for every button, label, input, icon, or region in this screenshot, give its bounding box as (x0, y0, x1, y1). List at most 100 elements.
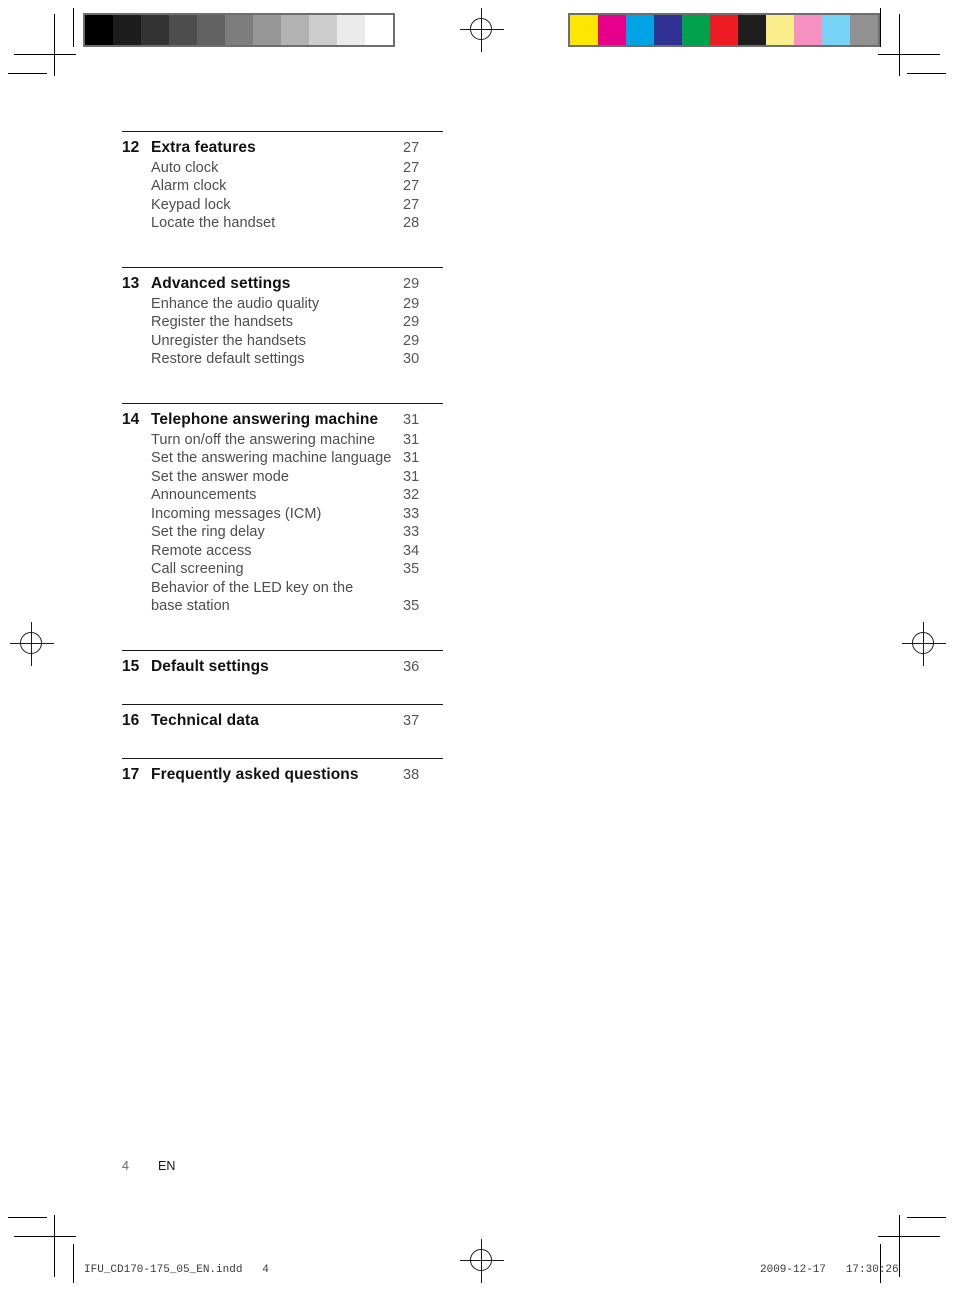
color-swatch-10 (850, 15, 878, 45)
section-bottom-spacer (122, 614, 443, 622)
entry-page-number: 35 (403, 598, 420, 614)
crop-mark-bottom-left-horizontal-inner (8, 1217, 47, 1218)
entry-label: Behavior of the LED key on the (151, 579, 354, 596)
entry-page-number: 27 (403, 196, 420, 213)
crop-mark-top-left-horizontal-outer (14, 54, 76, 55)
section-divider-rule (122, 267, 443, 268)
color-swatch-1 (598, 15, 626, 45)
toc-entry[interactable]: Behavior of the LED key on the (122, 580, 443, 596)
toc-entry[interactable]: Remote access 34 (122, 543, 443, 559)
toc-entry[interactable]: Alarm clock 27 (122, 178, 443, 194)
toc-entry[interactable]: Call screening 35 (122, 561, 443, 577)
entry-page-number: 27 (403, 178, 420, 194)
registration-mark-middle-right (902, 622, 946, 666)
section-divider-rule (122, 704, 443, 705)
toc-section-heading[interactable]: 15 Default settings 36 (122, 658, 443, 676)
toc-section: 13 Advanced settings 29 Enhance the audio q… (122, 267, 443, 375)
entry-page-number: 35 (403, 561, 420, 577)
entry-page-number: 28 (403, 215, 420, 231)
toc-entry[interactable]: Set the answering machine language 31 (122, 450, 443, 466)
section-number: 16 (122, 712, 140, 729)
color-swatch-2 (626, 15, 654, 45)
registration-mark-middle-left (10, 622, 54, 666)
entry-page-number: 33 (403, 505, 420, 522)
grayscale-swatch-8 (309, 15, 337, 45)
toc-entry[interactable]: Turn on/off the answering machine 31 (122, 432, 443, 448)
entry-label: Register the handsets (151, 314, 294, 330)
toc-entry[interactable]: Keypad lock 27 (122, 197, 443, 213)
section-divider-rule (122, 403, 443, 404)
toc-entry[interactable]: Enhance the audio quality 29 (122, 296, 443, 312)
color-swatch-3 (654, 15, 682, 45)
section-page-number: 36 (403, 659, 420, 675)
section-number: 17 (122, 766, 140, 783)
toc-section-heading[interactable]: 17 Frequently asked questions 38 (122, 766, 443, 784)
crop-mark-top-left-horizontal-inner (8, 73, 47, 74)
registration-vertical-line (481, 1239, 482, 1283)
toc-section-heading[interactable]: 12 Extra features 27 (122, 139, 443, 157)
entry-label: Set the ring delay (151, 524, 265, 540)
toc-entry[interactable]: Incoming messages (ICM) 33 (122, 506, 443, 522)
grayscale-swatch-5 (225, 15, 253, 45)
entry-page-number: 31 (403, 431, 420, 448)
entry-page-number: 31 (403, 468, 420, 485)
registration-horizontal-line (10, 643, 54, 644)
entry-label: Set the answer mode (151, 468, 289, 485)
grayscale-swatch-0 (85, 15, 113, 45)
print-slug-filename: IFU_CD170-175_05_EN.indd 4 (84, 1264, 269, 1276)
crop-mark-top-left-vertical-inner (73, 8, 74, 47)
entry-label: Restore default settings (151, 351, 305, 367)
toc-section-heading[interactable]: 14 Telephone answering machine 31 (122, 411, 443, 429)
crop-mark-bottom-left-horizontal-outer (14, 1236, 76, 1237)
section-title: Frequently asked questions (151, 766, 359, 783)
entry-label: Keypad lock (151, 196, 231, 213)
section-divider-rule (122, 131, 443, 132)
toc-entry[interactable]: Unregister the handsets 29 (122, 333, 443, 349)
entry-page-number: 34 (403, 542, 420, 559)
entry-page-number: 29 (403, 295, 420, 312)
toc-entry[interactable]: Set the ring delay 33 (122, 524, 443, 540)
toc-section-heading[interactable]: 16 Technical data 37 (122, 712, 443, 730)
crop-mark-top-left-vertical-outer (54, 14, 55, 76)
color-swatch-0 (570, 15, 598, 45)
section-title: Advanced settings (151, 275, 291, 292)
footer-language-code: EN (158, 1159, 176, 1173)
color-swatch-5 (710, 15, 738, 45)
entry-page-number: 30 (403, 351, 420, 367)
entry-label: Locate the handset (151, 215, 276, 231)
entry-label: base station (151, 598, 230, 614)
crop-mark-bottom-left-vertical-outer (54, 1215, 55, 1277)
grayscale-swatch-9 (337, 15, 365, 45)
toc-entry[interactable]: Auto clock 27 (122, 160, 443, 176)
toc-entry[interactable]: base station 35 (122, 598, 443, 614)
section-page-number: 38 (403, 767, 420, 783)
toc-section-heading[interactable]: 13 Advanced settings 29 (122, 275, 443, 293)
toc-section: 16 Technical data 37 (122, 704, 443, 730)
section-number: 13 (122, 275, 140, 292)
grayscale-swatch-1 (113, 15, 141, 45)
toc-entry[interactable]: Register the handsets 29 (122, 314, 443, 330)
crop-mark-bottom-right-horizontal-outer (878, 1236, 940, 1237)
section-number: 12 (122, 139, 140, 156)
section-page-number: 31 (403, 412, 420, 428)
entry-page-number: 29 (403, 314, 420, 330)
entry-label: Turn on/off the answering machine (151, 431, 376, 448)
toc-entry[interactable]: Announcements 32 (122, 487, 443, 503)
crop-mark-bottom-right-vertical-outer (899, 1215, 900, 1277)
page-footer: 4 EN (122, 1159, 175, 1173)
section-title: Technical data (151, 712, 259, 729)
toc-entry[interactable]: Set the answer mode 31 (122, 469, 443, 485)
registration-horizontal-line (902, 643, 946, 644)
section-bottom-spacer (122, 231, 443, 239)
toc-entry[interactable]: Restore default settings 30 (122, 351, 443, 367)
entry-label: Set the answering machine language (151, 450, 392, 466)
toc-section: 14 Telephone answering machine 31 Turn on/o… (122, 403, 443, 622)
entry-page-number: 29 (403, 332, 420, 349)
section-page-number: 27 (403, 140, 420, 156)
grayscale-swatch-2 (141, 15, 169, 45)
toc-entry[interactable]: Locate the handset 28 (122, 215, 443, 231)
toc-page: 12 Extra features 27 Auto clock 27 Alarm cloc… (0, 0, 954, 1291)
crop-mark-bottom-right-horizontal-inner (907, 1217, 946, 1218)
crop-mark-top-right-horizontal-outer (878, 54, 940, 55)
color-swatch-9 (822, 15, 850, 45)
